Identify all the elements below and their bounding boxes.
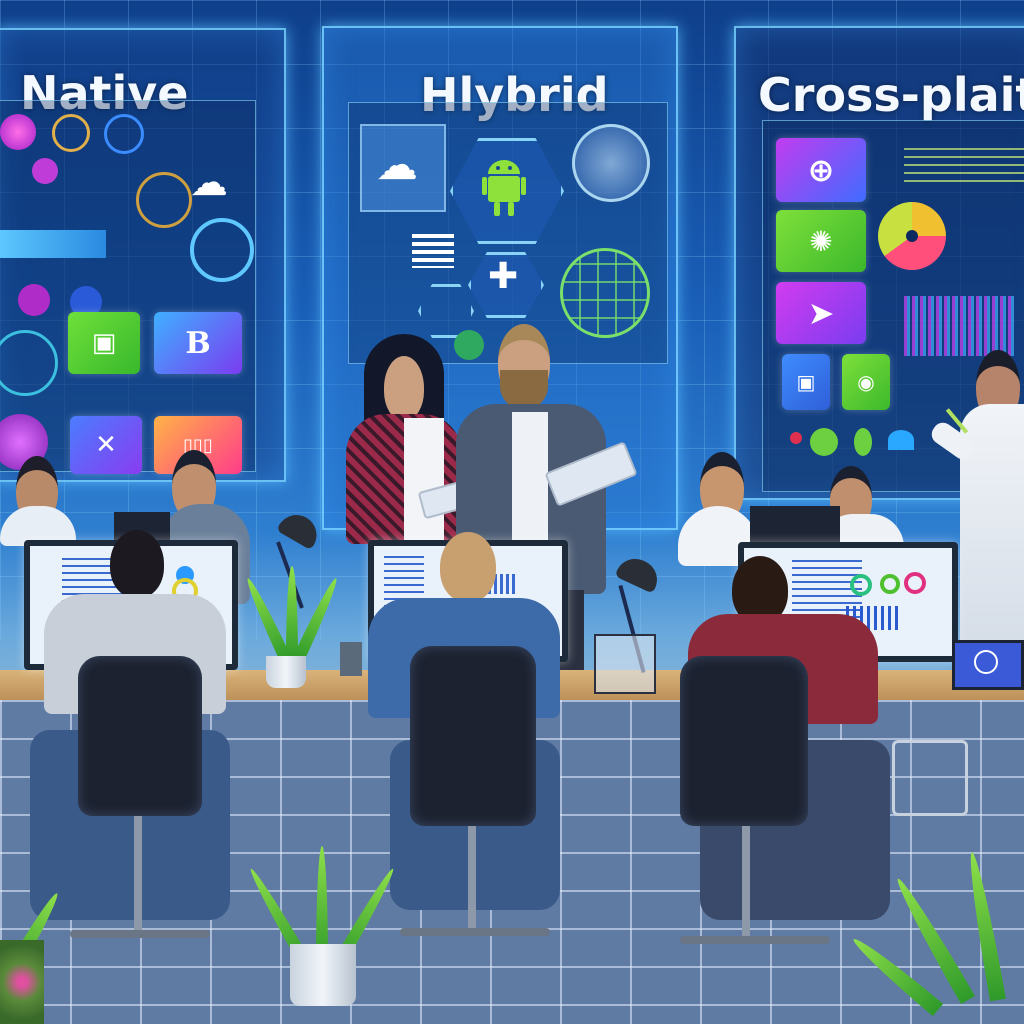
developer-center-head [440,532,496,602]
monitor-right-gear-lime [880,574,900,594]
plus-icon: ✚ [488,256,519,297]
globe-tile[interactable]: ⊕ [776,138,866,202]
orb-icon [0,114,36,150]
circle-tile[interactable]: ◉ [842,354,890,410]
list-lines-icon [412,234,454,268]
play-tile[interactable]: ➤ [776,282,866,344]
background-laptop-right [750,506,840,542]
monitor-right-gear-green [850,574,872,596]
office-chair-center[interactable] [410,646,536,826]
knot-icon [136,172,192,228]
office-chair-left-base [70,930,210,938]
office-chair-right-base [680,936,830,944]
green-drop-icon [854,428,872,456]
office-chair-center-base [400,928,550,936]
progress-bar-decor [0,230,106,258]
cross-tile[interactable]: ✕ [70,416,142,474]
office-chair-left[interactable] [78,656,202,816]
laptop-logo-icon [974,650,998,674]
pen-holder [340,642,362,676]
desk-organizer [594,634,656,694]
office-chair-right-post [742,826,750,940]
cross-platform-panel-title: Cross-plaitl [758,68,1024,122]
purple-orb-icon [18,284,50,316]
desk-plant-pot [266,656,306,688]
green-badge-icon [454,330,484,360]
office-chair-right[interactable] [680,656,808,826]
cloud-icon: ☁ [376,140,418,189]
gear-tile[interactable]: ✺ [776,210,866,272]
cloud-icon: ☁ [190,160,228,204]
standing-woman-tee [404,418,444,542]
pie-center [906,230,918,242]
standing-woman-face [384,356,424,420]
office-chair-center-post [468,826,476,936]
office-chair-left-post [134,816,142,936]
native-panel: Native ☁ ▣ B ✕ ▯▯▯ [0,28,286,482]
spiral-icon [52,114,90,152]
flower-bush-left [0,940,44,1024]
code-lines-decor [904,148,1024,188]
blue-arc-icon [888,430,914,450]
monitor-right-gear-pink [904,572,926,594]
red-dot-icon [790,432,802,444]
image-tile[interactable]: ▣ [782,354,830,410]
s-badge-icon [32,158,58,184]
floor-plant-pot [290,944,356,1006]
android-icon [482,160,526,216]
developer-left-head [110,530,164,598]
green-dot-icon [810,428,838,456]
target-icon [190,218,254,282]
audio-waveform-icon [904,296,1014,356]
hologram-sphere-icon [572,124,650,202]
ring-icon [104,114,144,154]
letter-b-tile[interactable]: B [154,312,242,374]
globe-icon [560,248,650,338]
rolling-cart-right [892,740,968,816]
bot-face-tile[interactable]: ▣ [68,312,140,374]
